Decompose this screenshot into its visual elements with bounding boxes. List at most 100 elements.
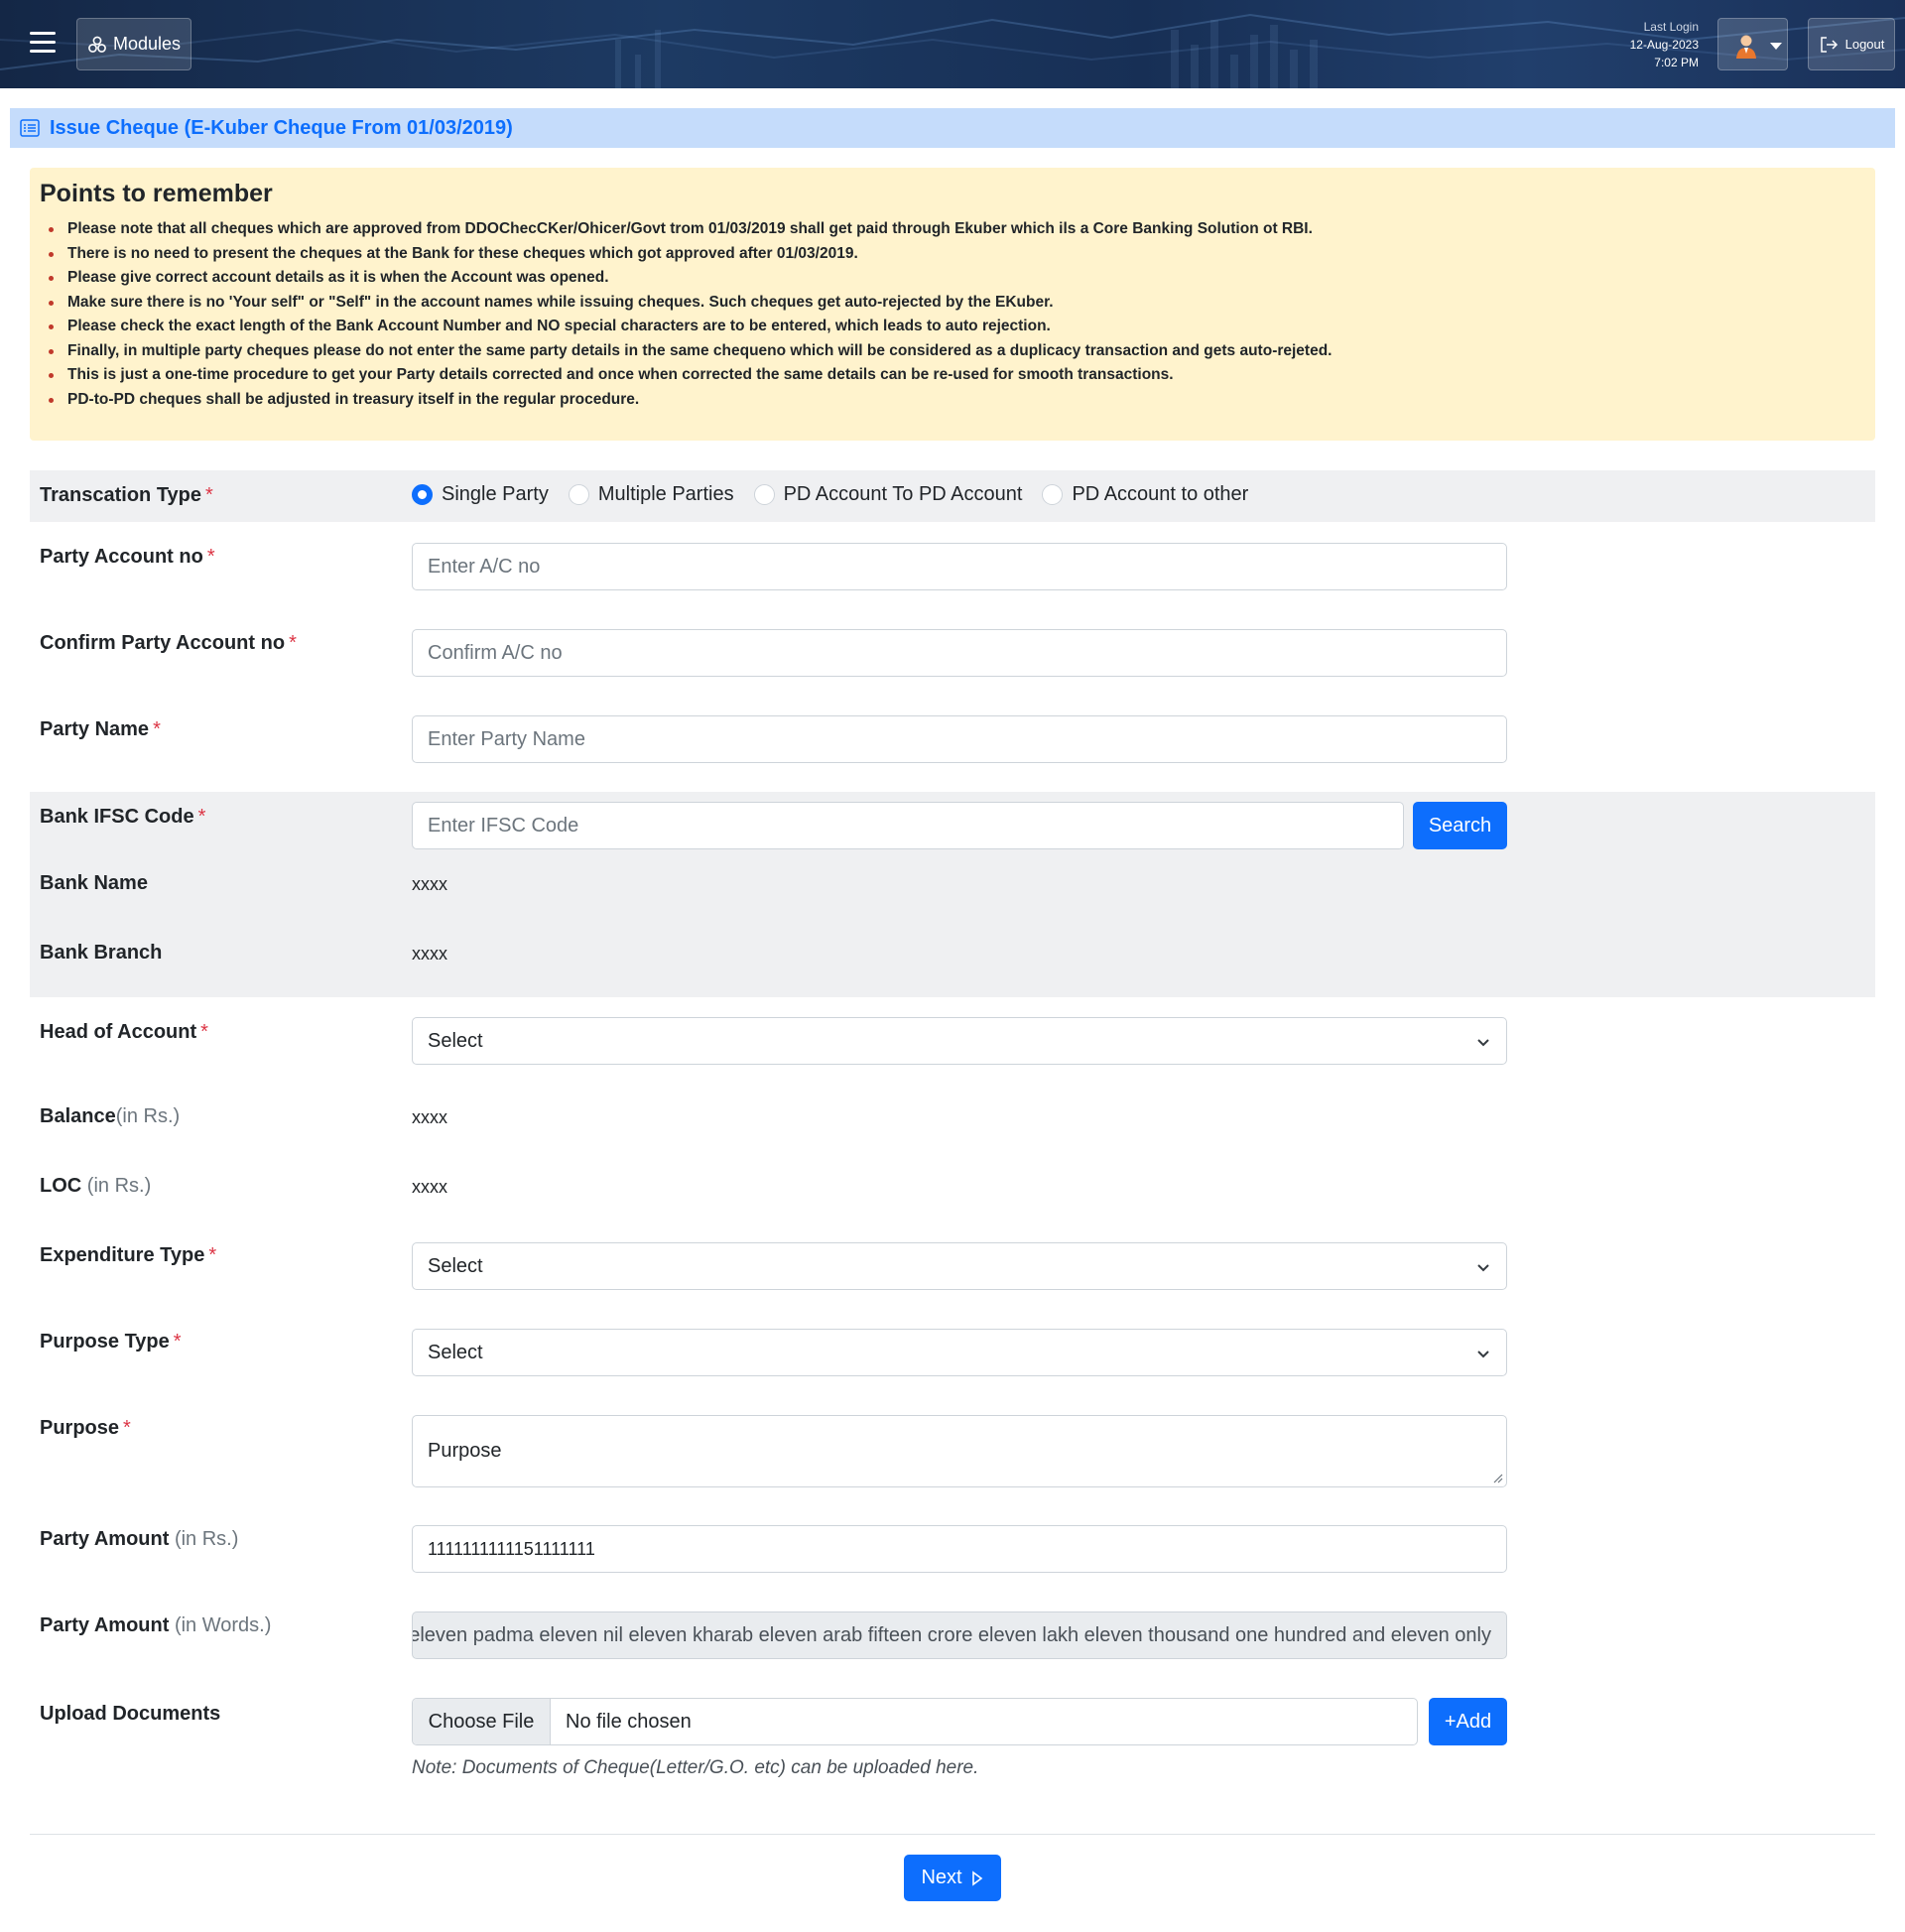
notice-item: There is no need to present the cheques … bbox=[49, 242, 1865, 267]
purpose-type-row: Purpose Type * Select bbox=[30, 1305, 1875, 1391]
chevron-down-icon bbox=[1770, 43, 1782, 50]
bank-name-label: Bank Name bbox=[40, 872, 148, 894]
notice-item: This is just a one-time procedure to get… bbox=[49, 363, 1865, 388]
chevron-down-icon bbox=[1477, 1039, 1489, 1047]
confirm-account-row: Confirm Party Account no * Confirm A/C no bbox=[30, 608, 1875, 695]
head-of-account-selected: Select bbox=[428, 1029, 483, 1052]
party-name-input[interactable]: Enter Party Name bbox=[412, 715, 1507, 763]
required-mark: * bbox=[208, 1244, 217, 1266]
notice-item: Please give correct account details as i… bbox=[49, 266, 1865, 291]
upload-documents-row: Upload Documents Choose File No file cho… bbox=[30, 1673, 1875, 1802]
radio-label: Single Party bbox=[442, 483, 549, 505]
party-amount-words-label-text: Party Amount bbox=[40, 1614, 170, 1636]
head-of-account-label: Head of Account * bbox=[40, 1021, 208, 1044]
add-document-button[interactable]: +Add bbox=[1429, 1698, 1507, 1745]
required-mark: * bbox=[289, 632, 297, 654]
expenditure-type-row: Expenditure Type * Select bbox=[30, 1219, 1875, 1305]
party-amount-unit: (in Rs.) bbox=[174, 1528, 239, 1550]
purpose-textarea[interactable]: Purpose bbox=[412, 1415, 1507, 1487]
last-login-info: Last Login 12-Aug-2023 7:02 PM bbox=[1588, 18, 1699, 71]
next-label: Next bbox=[921, 1867, 962, 1888]
radio-label: Multiple Parties bbox=[597, 483, 734, 505]
transaction-type-label: Transcation Type * bbox=[40, 484, 213, 507]
user-menu-button[interactable] bbox=[1717, 18, 1788, 70]
caret-right-icon bbox=[971, 1869, 982, 1886]
last-login-time: 7:02 PM bbox=[1654, 56, 1699, 69]
next-button[interactable]: Next bbox=[904, 1855, 1001, 1901]
ifsc-search-button[interactable]: Search bbox=[1413, 802, 1507, 849]
modules-icon bbox=[88, 36, 106, 53]
transaction-type-radio-group: Single Party Multiple Parties PD Account… bbox=[412, 483, 1268, 506]
radio-label: PD Account To PD Account bbox=[783, 483, 1023, 505]
balance-row: Balance(in Rs.) xxxx bbox=[30, 1080, 1875, 1149]
party-amount-input[interactable]: 1111111111151111111 bbox=[412, 1525, 1507, 1573]
notice-item: Please note that all cheques which are a… bbox=[49, 217, 1865, 242]
transaction-type-row: Transcation Type * Single Party Multiple … bbox=[30, 470, 1875, 522]
radio-multiple-parties[interactable]: Multiple Parties bbox=[568, 483, 734, 506]
required-mark: * bbox=[200, 1021, 208, 1043]
hamburger-menu-icon[interactable] bbox=[30, 32, 56, 54]
divider bbox=[30, 1834, 1875, 1835]
bank-branch-value: xxxx bbox=[412, 944, 447, 964]
radio-pd-to-pd[interactable]: PD Account To PD Account bbox=[753, 483, 1023, 506]
file-input[interactable]: Choose File No file chosen bbox=[412, 1698, 1418, 1745]
balance-label-text: Balance bbox=[40, 1105, 116, 1127]
required-mark: * bbox=[123, 1417, 131, 1439]
page-title-bar: Issue Cheque (E-Kuber Cheque From 01/03/… bbox=[10, 108, 1895, 148]
choose-file-button[interactable]: Choose File bbox=[413, 1699, 551, 1744]
purpose-type-select[interactable]: Select bbox=[412, 1329, 1507, 1376]
logout-label: Logout bbox=[1844, 37, 1885, 52]
party-name-label: Party Name * bbox=[40, 718, 161, 741]
required-mark: * bbox=[173, 1331, 182, 1352]
confirm-account-input[interactable]: Confirm A/C no bbox=[412, 629, 1507, 677]
party-account-input[interactable]: Enter A/C no bbox=[412, 543, 1507, 590]
radio-checked-icon[interactable] bbox=[412, 484, 433, 505]
radio-unchecked-icon[interactable] bbox=[753, 484, 775, 505]
upload-documents-label: Upload Documents bbox=[40, 1703, 221, 1725]
transaction-type-label-text: Transcation Type bbox=[40, 484, 202, 506]
required-mark: * bbox=[206, 546, 215, 568]
bank-branch-label: Bank Branch bbox=[40, 942, 163, 964]
list-card-icon bbox=[20, 119, 40, 137]
notice-item: PD-to-PD cheques shall be adjusted in tr… bbox=[49, 388, 1865, 413]
head-of-account-select[interactable]: Select bbox=[412, 1017, 1507, 1065]
modules-button[interactable]: Modules bbox=[76, 18, 191, 70]
ifsc-label: Bank IFSC Code * bbox=[40, 806, 205, 829]
purpose-label: Purpose * bbox=[40, 1417, 131, 1440]
party-amount-words-value: eleven padma eleven nil eleven kharab el… bbox=[412, 1623, 1491, 1646]
purpose-placeholder: Purpose bbox=[428, 1440, 502, 1462]
loc-value: xxxx bbox=[412, 1177, 447, 1197]
party-account-label: Party Account no * bbox=[40, 546, 215, 569]
party-name-label-text: Party Name bbox=[40, 718, 150, 740]
radio-unchecked-icon[interactable] bbox=[1042, 484, 1064, 505]
upload-note: Note: Documents of Cheque(Letter/G.O. et… bbox=[412, 1757, 979, 1778]
ifsc-input[interactable]: Enter IFSC Code bbox=[412, 802, 1404, 849]
user-avatar-icon bbox=[1736, 35, 1756, 59]
radio-unchecked-icon[interactable] bbox=[568, 484, 589, 505]
logout-icon bbox=[1820, 36, 1838, 53]
loc-row: LOC (in Rs.) xxxx bbox=[30, 1149, 1875, 1219]
confirm-account-label-text: Confirm Party Account no bbox=[40, 632, 286, 654]
head-of-account-row: Head of Account * Select bbox=[30, 997, 1875, 1080]
page-title: Issue Cheque (E-Kuber Cheque From 01/03/… bbox=[50, 116, 513, 139]
expenditure-type-select[interactable]: Select bbox=[412, 1242, 1507, 1290]
notice-heading: Points to remember bbox=[40, 180, 273, 207]
expenditure-type-label: Expenditure Type * bbox=[40, 1244, 216, 1267]
notice-item: Make sure there is no 'Your self" or "Se… bbox=[49, 291, 1865, 316]
party-amount-words-row: Party Amount (in Words.) eleven padma el… bbox=[30, 1587, 1875, 1673]
head-of-account-label-text: Head of Account bbox=[40, 1021, 197, 1043]
logout-button[interactable]: Logout bbox=[1808, 18, 1895, 70]
purpose-type-label: Purpose Type * bbox=[40, 1331, 182, 1353]
resize-handle-icon[interactable] bbox=[1491, 1472, 1503, 1483]
radio-single-party[interactable]: Single Party bbox=[412, 483, 549, 506]
party-account-label-text: Party Account no bbox=[40, 546, 203, 568]
radio-pd-to-other[interactable]: PD Account to other bbox=[1042, 483, 1248, 506]
last-login-title: Last Login bbox=[1643, 20, 1699, 34]
balance-label: Balance(in Rs.) bbox=[40, 1105, 180, 1128]
loc-label: LOC (in Rs.) bbox=[40, 1175, 151, 1198]
party-amount-row: Party Amount (in Rs.) 111111111115111111… bbox=[30, 1500, 1875, 1587]
purpose-label-text: Purpose bbox=[40, 1417, 120, 1439]
loc-unit: (in Rs.) bbox=[86, 1175, 152, 1197]
required-mark: * bbox=[153, 718, 161, 740]
party-name-row: Party Name * Enter Party Name bbox=[30, 695, 1875, 781]
